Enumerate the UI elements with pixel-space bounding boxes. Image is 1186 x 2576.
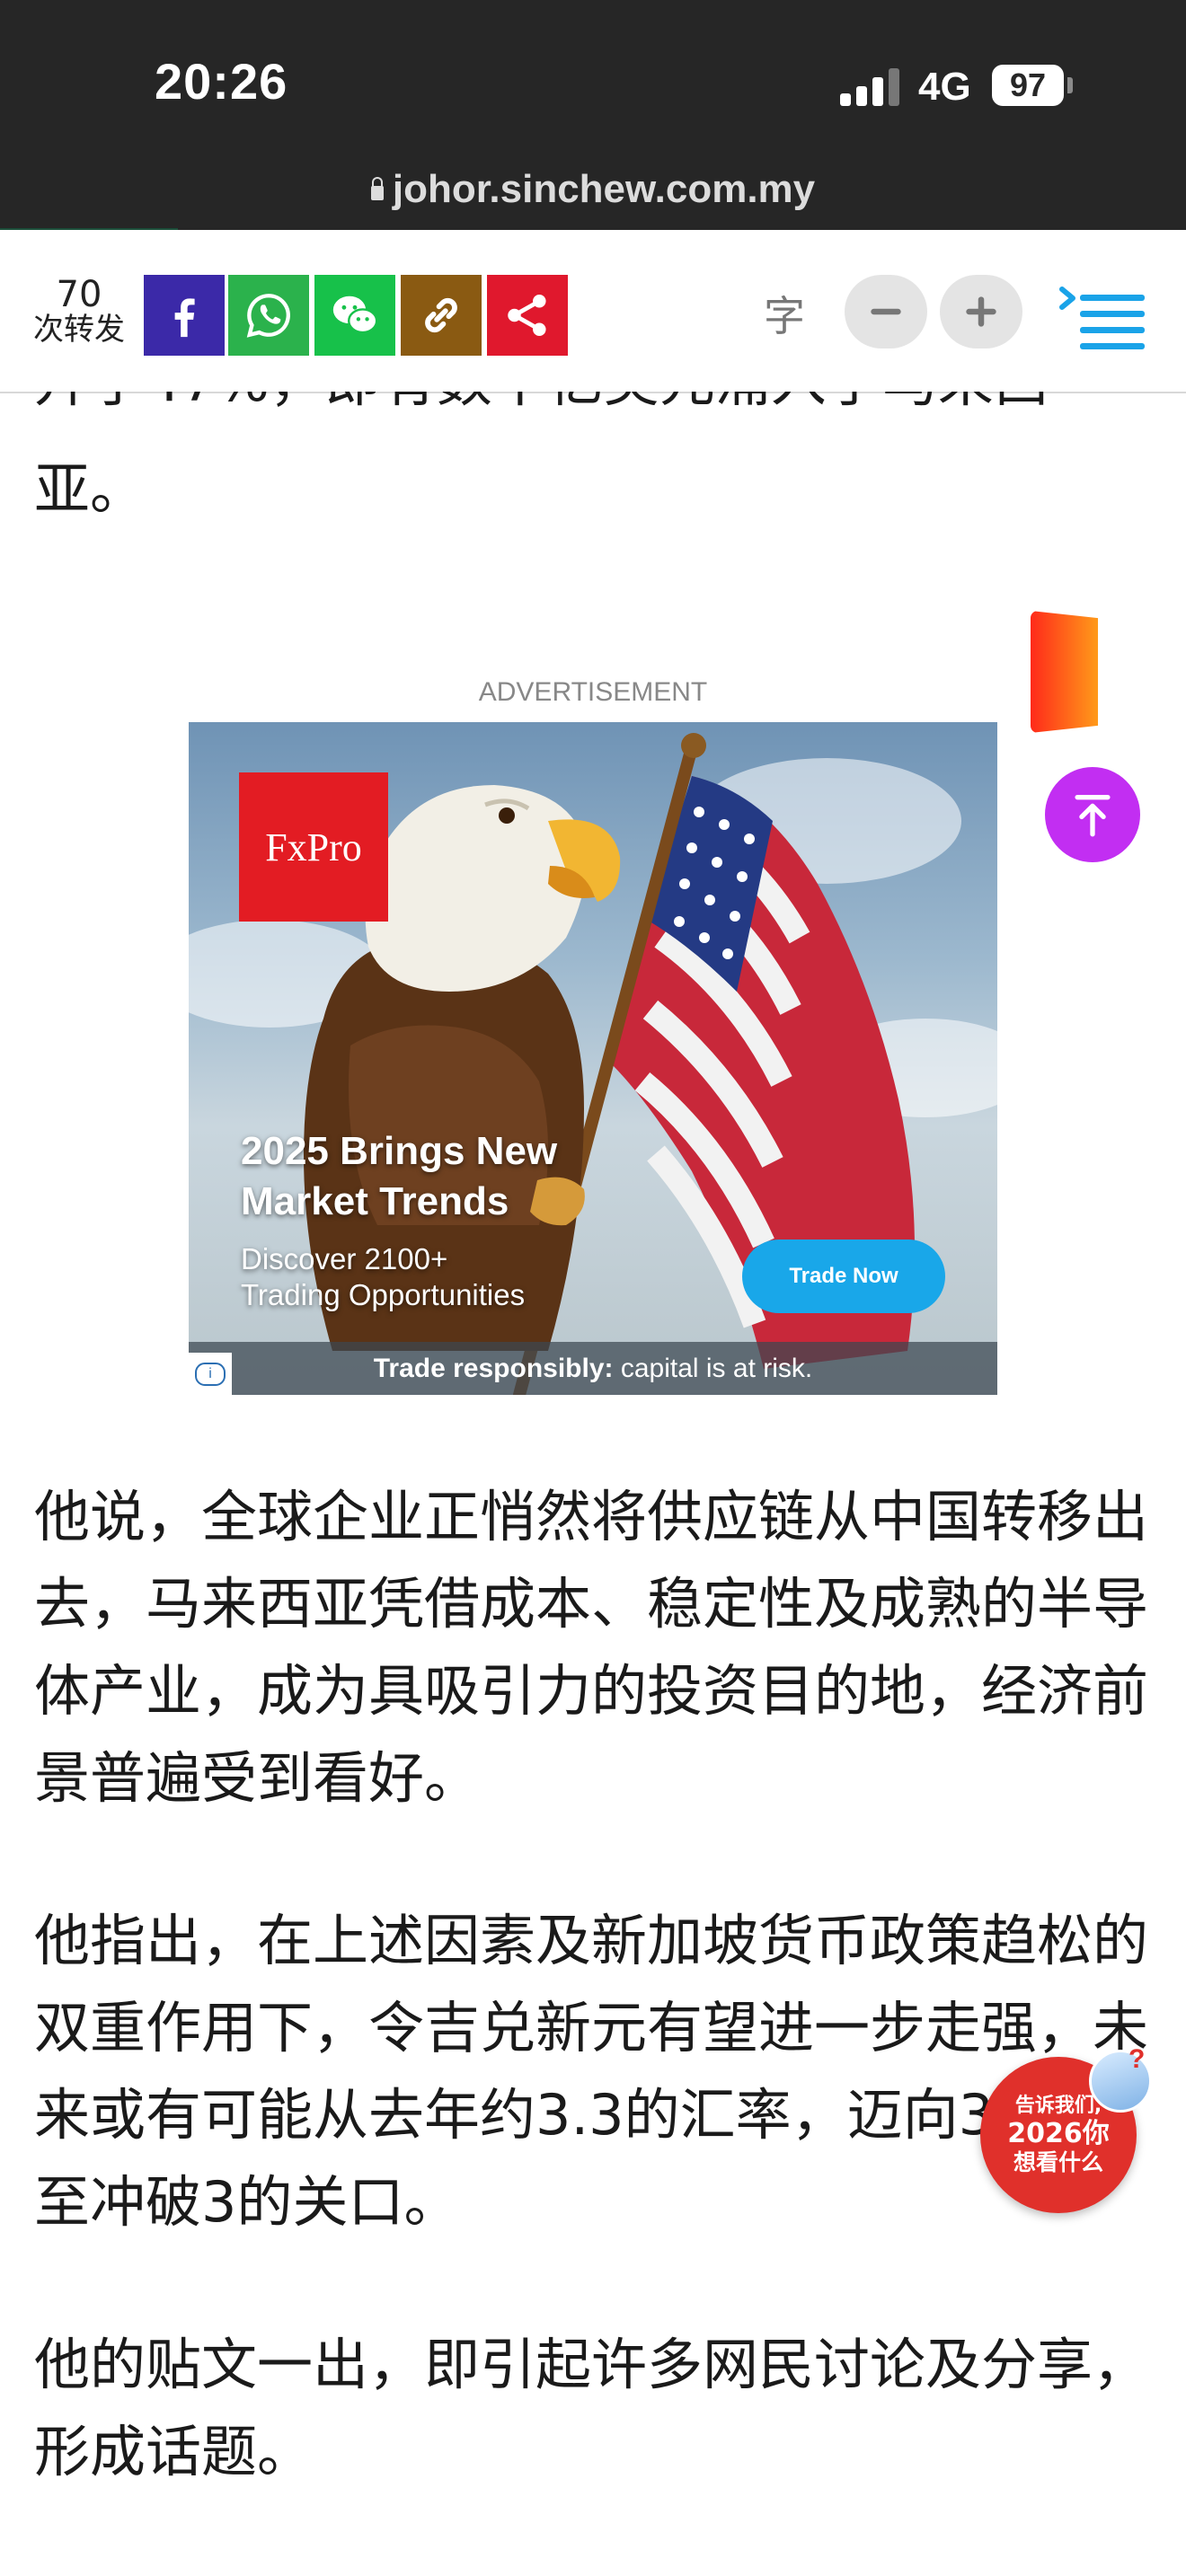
ad-subtext-line1: Discover 2100+ <box>241 1242 448 1275</box>
risk-disclaimer-text: capital is at risk. <box>613 1354 813 1383</box>
article-paragraph: 他指出，在上述因素及新加坡货币政策趋松的双重作用下，令吉兑新元有望进一步走强，未… <box>34 1908 1149 2235</box>
lock-icon <box>370 177 384 200</box>
facebook-icon <box>174 298 195 338</box>
article-paragraph: 他的贴文一出，即引起许多网民讨论及分享，形成话题。 <box>34 2332 1149 2484</box>
share-toolbar: 70 次转发 字 <box>0 230 1186 393</box>
status-bar: 20:26 4G 97 johor.sinchew.com.my <box>0 0 1186 230</box>
minus-icon <box>871 308 901 315</box>
url-text: johor.sinchew.com.my <box>392 167 816 211</box>
battery-tip <box>1067 77 1073 93</box>
network-type: 4G <box>918 65 971 109</box>
promo-line3: 想看什么 <box>1013 2149 1103 2175</box>
risk-disclaimer: Trade responsibly: capital is at risk. <box>189 1342 997 1395</box>
share-count-label: 次转发 <box>33 312 125 348</box>
arrow-up-icon <box>1075 795 1111 837</box>
side-promo-tab[interactable] <box>1031 611 1098 733</box>
cellular-signal-icon <box>840 66 901 106</box>
wechat-icon <box>332 296 378 334</box>
copy-link-button[interactable] <box>401 275 482 356</box>
link-icon <box>425 297 457 333</box>
font-size-label: 字 <box>764 292 805 340</box>
info-icon: i <box>195 1362 226 1386</box>
whatsapp-share-button[interactable] <box>228 275 309 356</box>
ad-subtext-line2: Trading Opportunities <box>241 1278 526 1311</box>
decrease-font-button[interactable] <box>845 275 927 348</box>
question-mark-badge: ? <box>1128 2044 1146 2074</box>
address-bar[interactable]: johor.sinchew.com.my <box>0 167 1186 212</box>
promo-line1: 告诉我们, <box>1014 2095 1102 2117</box>
battery-icon: 97 <box>992 65 1064 106</box>
advertisement-banner[interactable]: FxPro 2025 Brings New Market Trends Disc… <box>189 722 997 1395</box>
facebook-share-button[interactable] <box>144 275 225 356</box>
share-count-number: 70 <box>56 274 102 315</box>
wechat-share-button[interactable] <box>314 275 395 356</box>
whatsapp-icon <box>246 294 290 338</box>
risk-disclaimer-bold: Trade responsibly: <box>373 1354 614 1383</box>
article-paragraph-end: 亚。 <box>34 456 146 522</box>
plus-icon <box>966 296 996 327</box>
fxpro-logo: FxPro <box>239 772 388 922</box>
article-paragraph-partial: 升了47%，即有数十亿美元涌入了马来西 <box>34 392 1148 425</box>
ad-subtext: Discover 2100+ Trading Opportunities <box>241 1241 636 1313</box>
promo-line2: 2026你 <box>1007 2118 1110 2149</box>
share-count: 70 次转发 <box>25 277 133 345</box>
share-icon <box>508 295 546 336</box>
trade-now-button[interactable]: Trade Now <box>742 1239 945 1313</box>
article-paragraph: 他说，全球企业正悄然将供应链从中国转移出去，马来西亚凭借成本、稳定性及成熟的半导… <box>34 1484 1149 1811</box>
back-to-top-button[interactable] <box>1045 767 1140 862</box>
ad-choices-button[interactable]: i <box>189 1353 232 1395</box>
share-button[interactable] <box>487 275 568 356</box>
increase-font-button[interactable] <box>940 275 1022 348</box>
clipped-text-line: 升了47%，即有数十亿美元涌入了马来西 <box>0 392 1186 429</box>
ad-headline: 2025 Brings New Market Trends <box>241 1129 558 1223</box>
advertisement-label: ADVERTISEMENT <box>478 677 708 707</box>
menu-icon[interactable] <box>1058 286 1148 357</box>
clock: 20:26 <box>155 53 288 110</box>
